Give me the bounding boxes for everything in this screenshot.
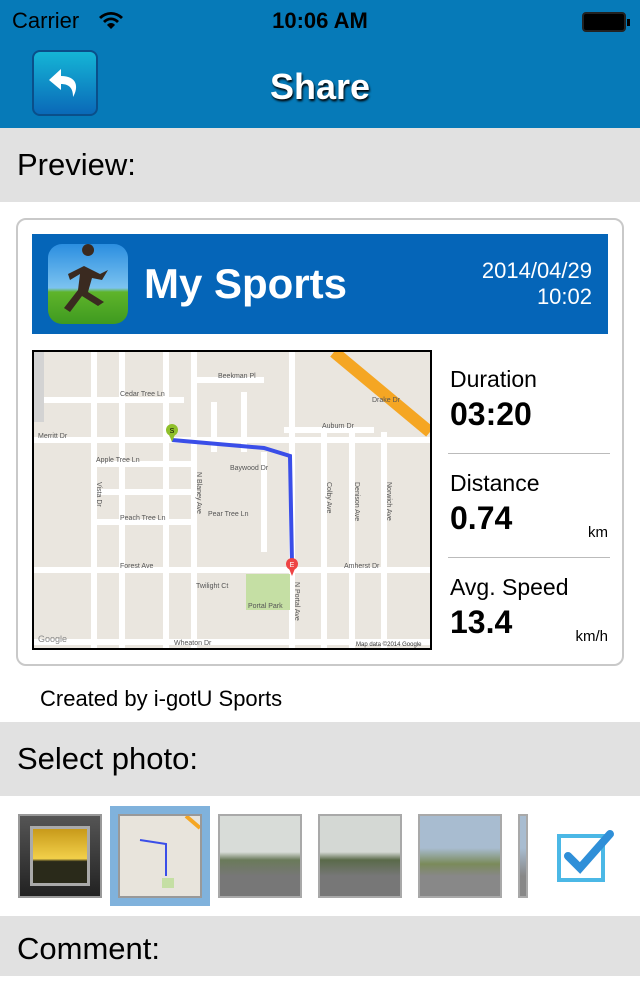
clock: 10:06 AM [272,8,368,33]
street-label: N Blaney Ave [195,472,202,514]
street-label: Drake Dr [372,397,401,404]
street-label: Auburn Dr [322,423,355,430]
status-bar: Carrier 10:06 AM [0,6,640,36]
preview-card: My Sports 2014/04/29 10:02 S E Cedar Tre… [16,218,624,666]
photo-library-thumb[interactable] [18,814,102,898]
google-logo: Google [38,634,67,644]
activity-date: 2014/04/29 [481,258,592,283]
preview-header: Preview: [0,128,640,202]
street-label: Peach Tree Ln [120,515,166,522]
stat-avg-speed: Avg. Speed 13.4 km/h [448,558,610,662]
app-name: My Sports [144,260,348,307]
street-view-thumb[interactable] [218,814,302,898]
route-map-thumb-selected[interactable] [110,806,210,906]
battery-icon [582,12,630,32]
street-label: Cedar Tree Ln [120,391,165,398]
select-photo-header: Select photo: [0,722,640,796]
photo-library-icon [30,826,90,886]
stat-value: 13.4 [450,604,513,640]
stat-label: Distance [450,470,540,496]
stats-panel: Duration 03:20 Distance 0.74 km Avg. Spe… [448,350,610,662]
street-label: Portal Park [248,603,283,610]
stat-duration: Duration 03:20 [448,350,610,454]
activity-datetime: 2014/04/29 10:02 [482,258,592,310]
map-attribution: Map data ©2014 Google [356,641,422,648]
street-label: Wheaton Dr [174,640,212,647]
street-view-thumb[interactable] [418,814,502,898]
street-view-thumb[interactable] [318,814,402,898]
photo-strip[interactable] [0,796,640,916]
checkbox-checked-icon[interactable] [556,826,616,886]
street-label: N Portal Ave [293,582,300,621]
top-bar: Carrier 10:06 AM Share [0,0,640,128]
stat-unit: km [588,524,608,541]
map-canvas: S E Cedar Tree Ln Beekman Pl Merritt Dr … [34,352,430,648]
created-by-label: Created by i-gotU Sports [40,686,283,711]
route-map: S E Cedar Tree Ln Beekman Pl Merritt Dr … [32,350,432,650]
end-marker: E [290,562,295,569]
stat-value: 0.74 [450,500,513,536]
stat-unit: km/h [575,628,608,645]
street-label: Pear Tree Ln [208,511,249,518]
street-label: Beekman Pl [218,373,256,380]
stat-label: Duration [450,366,537,392]
street-label: Forest Ave [120,563,153,570]
comment-header: Comment: [0,916,640,976]
stat-distance: Distance 0.74 km [448,454,610,558]
street-label: Colby Ave [325,482,332,513]
preview-banner: My Sports 2014/04/29 10:02 [32,234,608,334]
street-label: Apple Tree Ln [96,457,140,464]
street-label: Norwich Ave [385,482,392,521]
start-marker: S [170,428,175,435]
stat-value: 03:20 [450,396,532,432]
stat-label: Avg. Speed [450,574,569,600]
street-label: Amherst Dr [344,563,380,570]
street-label: Denison Ave [353,482,360,521]
street-label: Twilight Ct [196,583,228,590]
activity-time: 10:02 [536,284,592,309]
street-label: Merritt Dr [38,433,68,440]
street-view-thumb[interactable] [518,814,528,898]
street-label: Baywood Dr [230,465,269,472]
street-label: Vista Dr [95,482,102,507]
app-icon [48,244,128,324]
page-title: Share [269,66,371,107]
